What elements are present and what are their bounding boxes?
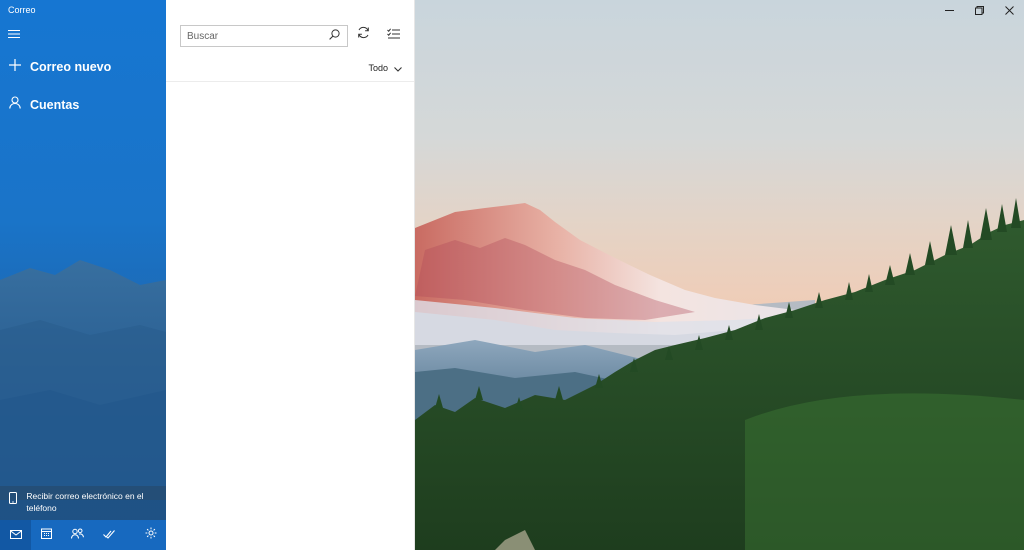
mail-switch-button[interactable] <box>0 520 31 550</box>
close-icon <box>1004 5 1014 15</box>
nav-background-image <box>0 260 166 500</box>
new-mail-button[interactable]: Correo nuevo <box>0 52 166 82</box>
restore-button[interactable] <box>964 0 994 20</box>
search-button[interactable] <box>323 26 345 46</box>
minimize-icon <box>944 6 954 15</box>
gear-icon <box>145 526 157 544</box>
window-controls <box>934 0 1024 20</box>
phone-promo-link[interactable]: Recibir correo electrónico en el teléfon… <box>0 486 166 520</box>
calendar-icon <box>41 526 52 544</box>
close-button[interactable] <box>994 0 1024 20</box>
accounts-button[interactable]: Cuentas <box>0 90 166 120</box>
people-switch-button[interactable] <box>62 520 93 550</box>
new-mail-label: Correo nuevo <box>30 60 112 74</box>
selection-mode-button[interactable] <box>384 26 402 44</box>
list-header-divider <box>166 81 414 82</box>
message-list-pane: Todo <box>166 0 415 550</box>
mail-icon <box>9 526 22 544</box>
checklist-icon <box>386 26 400 44</box>
minimize-button[interactable] <box>934 0 964 20</box>
search-icon <box>328 27 340 45</box>
search-input[interactable] <box>181 30 323 42</box>
phone-promo-label: Recibir correo electrónico en el teléfon… <box>26 491 144 513</box>
sync-button[interactable] <box>354 26 372 44</box>
filter-dropdown[interactable]: Todo <box>368 60 402 76</box>
accounts-label: Cuentas <box>30 98 80 112</box>
todo-switch-button[interactable] <box>93 520 124 550</box>
app-title: Correo <box>8 5 36 15</box>
mountain-background-image <box>415 0 1024 550</box>
reading-pane <box>415 0 1024 550</box>
calendar-switch-button[interactable] <box>31 520 62 550</box>
restore-icon <box>974 5 984 15</box>
person-icon <box>9 96 21 114</box>
people-icon <box>71 526 84 544</box>
chevron-down-icon <box>394 59 402 77</box>
sync-icon <box>357 26 370 44</box>
phone-icon <box>9 491 18 509</box>
hamburger-menu-icon[interactable] <box>8 27 24 43</box>
search-box <box>180 25 348 47</box>
app-switcher-bar <box>0 520 166 550</box>
navigation-pane: Correo Correo nuevo Cuentas Recibir corr… <box>0 0 166 550</box>
double-check-icon <box>102 526 115 544</box>
plus-icon <box>9 58 21 76</box>
filter-label: Todo <box>368 63 388 73</box>
settings-button[interactable] <box>135 520 166 550</box>
